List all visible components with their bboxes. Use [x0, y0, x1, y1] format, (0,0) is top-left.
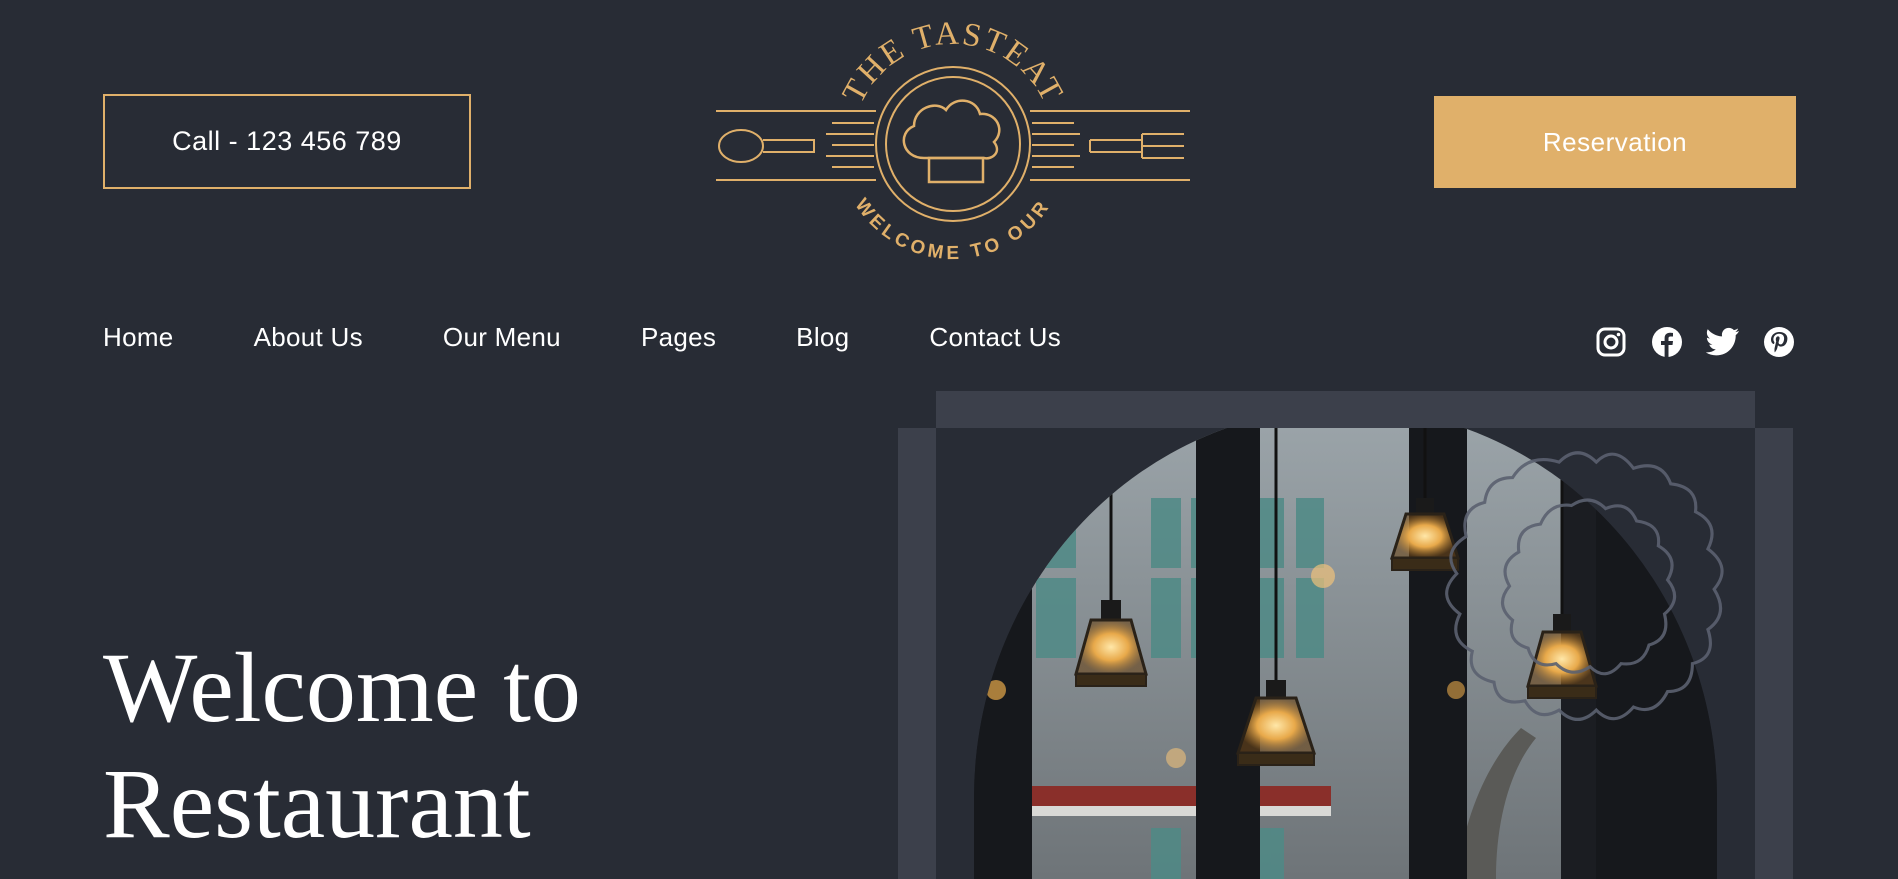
nav-item-home[interactable]: Home: [103, 322, 174, 353]
hero-title-line-1: Welcome to: [103, 632, 581, 743]
reservation-button-label: Reservation: [1542, 126, 1688, 157]
reservation-button[interactable]: Reservation: [1434, 96, 1796, 188]
image-frame-left: [898, 428, 936, 879]
nav-item-blog[interactable]: Blog: [796, 322, 849, 353]
hero-title: Welcome to Restaurant: [103, 630, 581, 862]
nav-item-contact-us[interactable]: Contact Us: [929, 322, 1061, 353]
call-button-label: Call - 123 456 789: [172, 126, 402, 156]
nav-item-our-menu[interactable]: Our Menu: [443, 322, 561, 353]
call-button[interactable]: Call - 123 456 789: [103, 94, 471, 189]
nav-item-pages[interactable]: Pages: [641, 322, 716, 353]
hero-image: [936, 428, 1755, 879]
logo[interactable]: THE TASTEAT WELCOME TO OUR: [714, 16, 1192, 268]
logo-bottom-text: WELCOME TO OUR: [851, 195, 1052, 264]
svg-text:WELCOME TO OUR: WELCOME TO OUR: [851, 195, 1056, 264]
image-frame-right: [1755, 428, 1793, 879]
main-nav: Home About Us Our Menu Pages Blog Contac…: [103, 322, 1141, 353]
logo-top-text: THE TASTEAT: [836, 16, 1068, 109]
facebook-icon[interactable]: [1650, 325, 1684, 359]
nav-item-about-us[interactable]: About Us: [254, 322, 363, 353]
instagram-icon[interactable]: [1594, 325, 1628, 359]
social-links: [1594, 325, 1796, 359]
pinterest-icon[interactable]: [1762, 325, 1796, 359]
image-frame-top: [936, 391, 1755, 428]
twitter-icon[interactable]: [1706, 325, 1740, 359]
hero-title-line-2: Restaurant: [103, 748, 531, 859]
svg-text:THE TASTEAT: THE TASTEAT: [836, 18, 1070, 109]
